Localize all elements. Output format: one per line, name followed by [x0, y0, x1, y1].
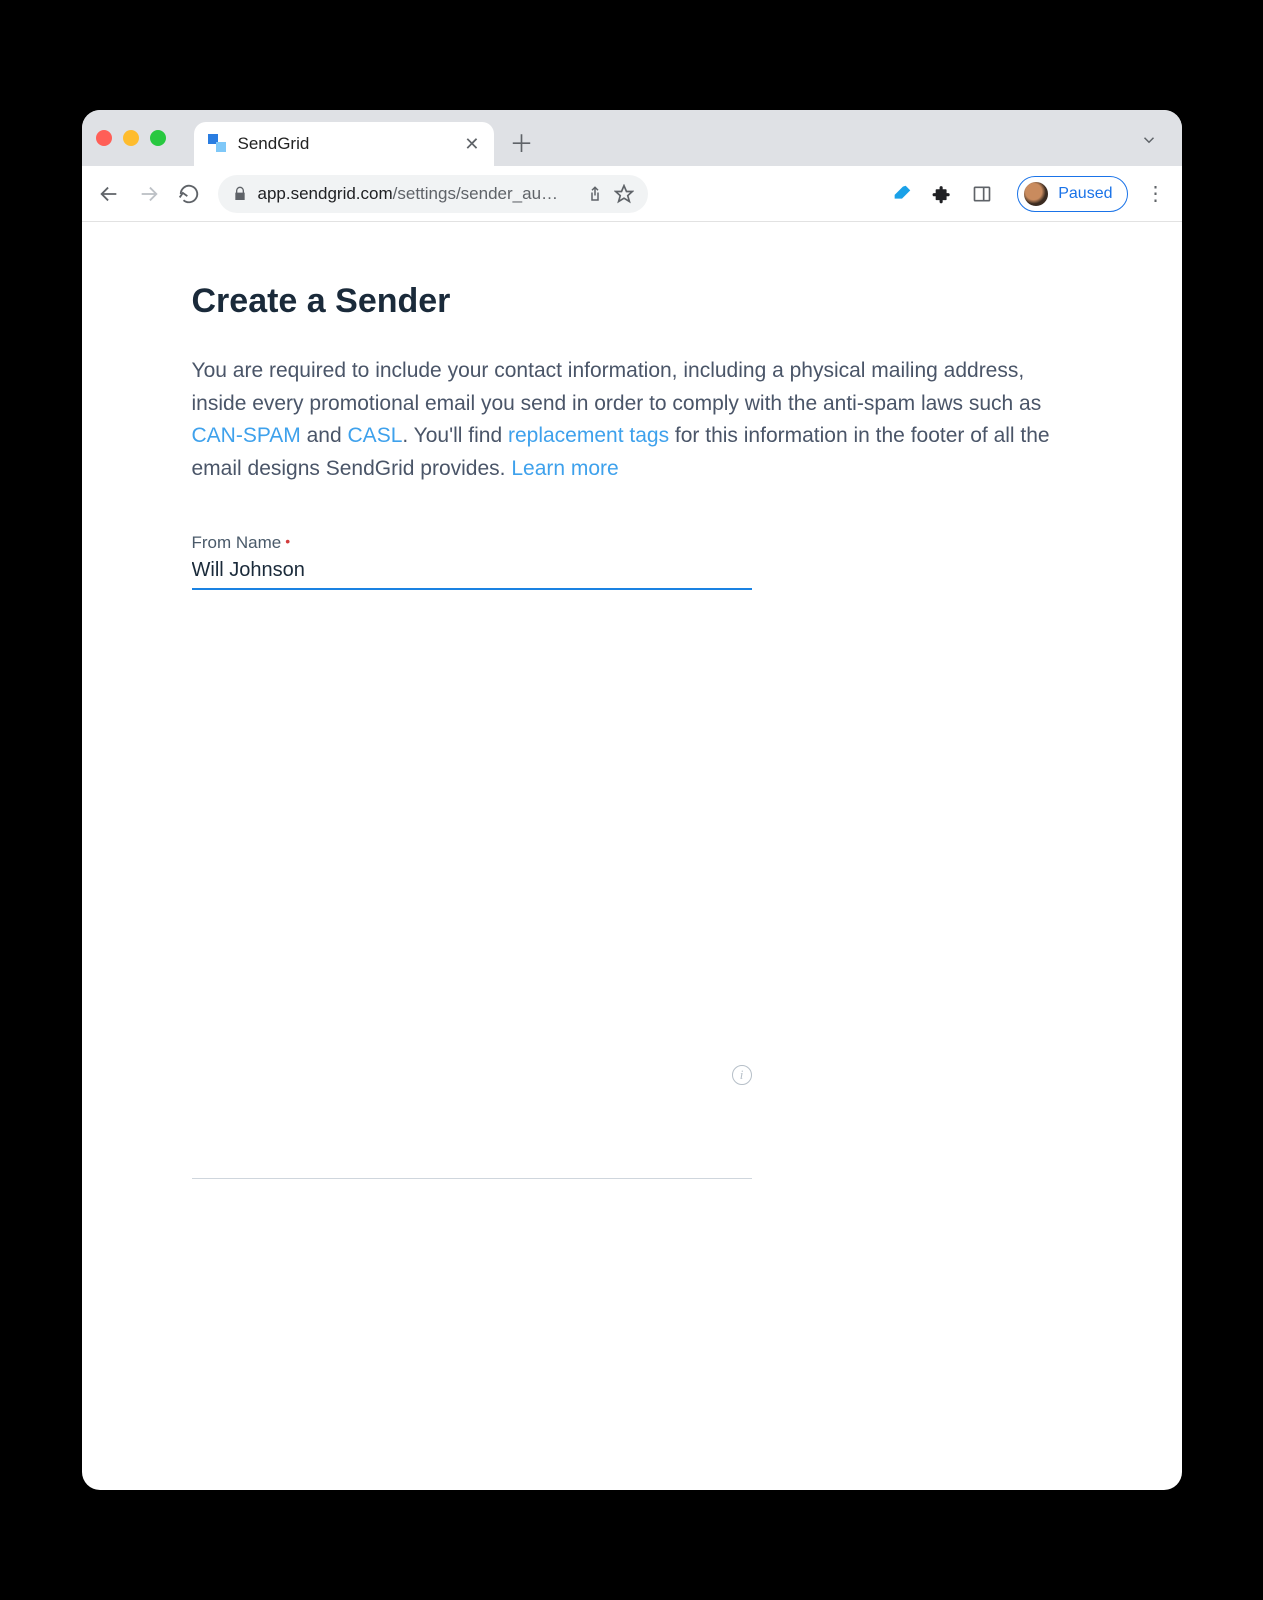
- link-learn-more[interactable]: Learn more: [511, 457, 618, 480]
- sender-form: From Name• i From Email Address• i Reply…: [192, 533, 1072, 1490]
- tab-close-icon[interactable]: ✕: [464, 134, 479, 155]
- new-tab-button[interactable]: ＋: [510, 124, 534, 159]
- link-can-spam[interactable]: CAN-SPAM: [192, 424, 301, 447]
- input-from-email[interactable]: [192, 1127, 752, 1179]
- input-from-name[interactable]: [192, 555, 752, 590]
- window-close-button[interactable]: [96, 130, 112, 146]
- window-minimize-button[interactable]: [123, 130, 139, 146]
- label-from-name: From Name•: [192, 533, 752, 553]
- share-icon[interactable]: [586, 185, 604, 203]
- browser-toolbar: app.sendgrid.com/settings/sender_au… Pau…: [82, 166, 1182, 222]
- nav-back-button[interactable]: [98, 183, 120, 205]
- profile-status: Paused: [1058, 185, 1112, 203]
- browser-tab[interactable]: SendGrid ✕: [194, 122, 494, 166]
- tab-overflow-button[interactable]: [1140, 131, 1158, 149]
- sidepanel-icon[interactable]: [971, 183, 993, 205]
- sendgrid-favicon-icon: [208, 134, 228, 154]
- info-icon[interactable]: i: [732, 1065, 752, 1085]
- window-controls: [96, 130, 166, 146]
- extension-eraser-icon[interactable]: [891, 183, 913, 205]
- intro-text: You are required to include your contact…: [192, 355, 1072, 485]
- tab-title: SendGrid: [238, 134, 310, 154]
- address-bar[interactable]: app.sendgrid.com/settings/sender_au…: [218, 175, 648, 213]
- link-replacement-tags[interactable]: replacement tags: [508, 424, 669, 447]
- tab-strip: SendGrid ✕ ＋: [82, 110, 1182, 166]
- nav-forward-button[interactable]: [138, 183, 160, 205]
- lock-icon: [232, 186, 248, 202]
- link-casl[interactable]: CASL: [348, 424, 403, 447]
- profile-avatar: [1022, 180, 1050, 208]
- page-heading: Create a Sender: [192, 282, 1072, 321]
- browser-menu-button[interactable]: ⋮: [1146, 181, 1166, 206]
- window-maximize-button[interactable]: [150, 130, 166, 146]
- url-text: app.sendgrid.com/settings/sender_au…: [258, 184, 576, 204]
- field-from-name: From Name• i: [192, 533, 752, 1093]
- page-content: Create a Sender You are required to incl…: [82, 222, 1182, 1490]
- browser-window: SendGrid ✕ ＋ app.sendgrid.com/settings/s…: [82, 110, 1182, 1490]
- nav-reload-button[interactable]: [178, 183, 200, 205]
- field-from-email: From Email Address• i: [192, 1127, 752, 1490]
- extensions-puzzle-icon[interactable]: [931, 183, 953, 205]
- bookmark-star-icon[interactable]: [614, 184, 634, 204]
- profile-chip[interactable]: Paused: [1017, 176, 1127, 212]
